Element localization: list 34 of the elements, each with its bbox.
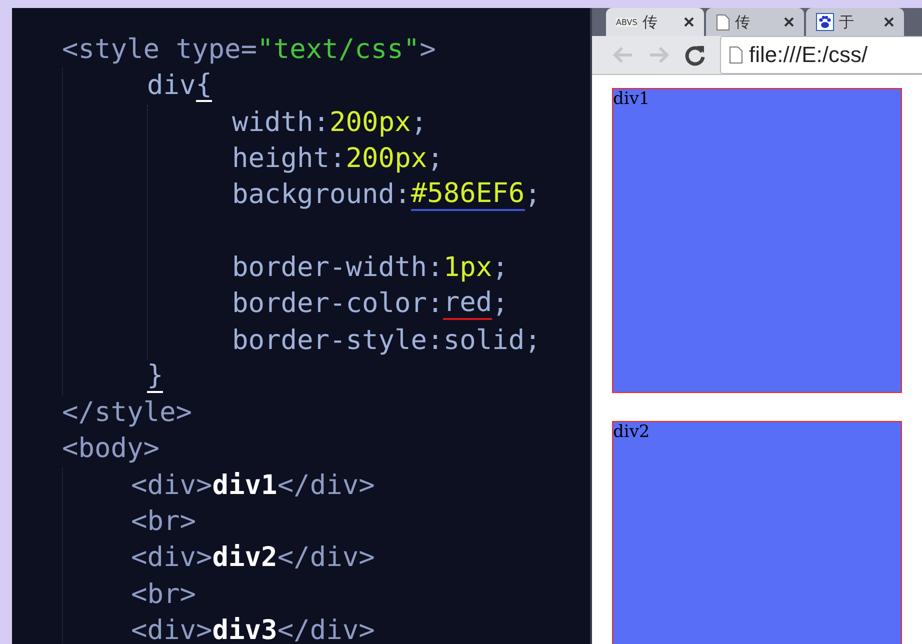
close-icon[interactable]	[784, 17, 794, 27]
browser-tab[interactable]: ABVS 传	[606, 8, 704, 36]
code-line: <br>	[131, 505, 198, 539]
div-box: div2	[612, 421, 902, 644]
reload-icon[interactable]	[684, 44, 706, 66]
close-icon[interactable]	[884, 17, 894, 27]
code-line: <body>	[62, 432, 161, 466]
close-icon[interactable]	[684, 17, 694, 27]
code-line: div{	[147, 68, 214, 104]
page-icon	[729, 46, 743, 64]
code-line: border-color:red;	[232, 286, 510, 322]
code-line: <div>div2</div>	[131, 541, 376, 576]
code-line: <style type="text/css">	[62, 33, 437, 68]
code-line: </style>	[62, 396, 194, 430]
paw-icon	[816, 13, 834, 31]
code-line: width:200px;	[232, 106, 428, 140]
favicon-icon: ABVS	[616, 18, 638, 26]
browser-tab[interactable]: 传	[706, 8, 804, 36]
div-box: div1	[612, 88, 902, 393]
browser-tab[interactable]: 于	[806, 8, 904, 36]
tab-title: 传	[735, 12, 751, 32]
code-line: border-style:solid;	[232, 324, 542, 358]
page-icon	[716, 14, 730, 30]
address-bar[interactable]: file:///E:/css/	[720, 36, 922, 74]
code-line: background:#586EF6;	[232, 177, 542, 214]
code-line: <div>div3</div>	[131, 614, 376, 644]
tab-title: 传	[642, 12, 658, 32]
url-text: file:///E:/css/	[749, 42, 868, 68]
code-line: height:200px;	[232, 142, 444, 176]
code-line: }	[147, 358, 164, 395]
code-line: border-width:1px;	[232, 250, 510, 285]
code-line: <div>div1</div>	[131, 468, 376, 503]
code-line: <br>	[131, 578, 198, 612]
tab-title: 于	[839, 12, 855, 32]
